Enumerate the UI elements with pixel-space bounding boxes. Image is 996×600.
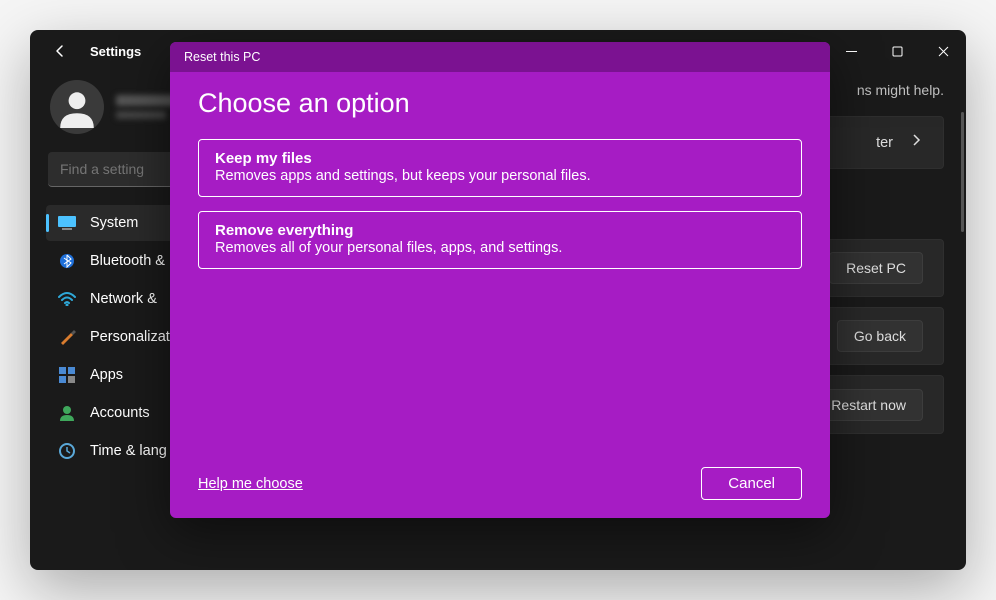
sidebar-item-label: System <box>90 215 138 231</box>
sidebar-item-label: Time & lang <box>90 443 167 459</box>
modal-title: Choose an option <box>198 88 802 119</box>
brush-icon <box>58 328 76 346</box>
option-desc: Removes all of your personal files, apps… <box>215 240 785 256</box>
help-link[interactable]: Help me choose <box>198 476 303 492</box>
cancel-button[interactable]: Cancel <box>701 467 802 500</box>
sidebar-item-label: Accounts <box>90 405 150 421</box>
sidebar-item-label: Bluetooth & <box>90 253 165 269</box>
option-remove-everything[interactable]: Remove everything Removes all of your pe… <box>198 211 802 269</box>
back-button[interactable] <box>48 39 72 63</box>
chevron-right-icon <box>909 133 923 152</box>
option-title: Keep my files <box>215 150 785 167</box>
sidebar-item-label: Network & <box>90 291 157 307</box>
go-back-button[interactable]: Go back <box>837 320 923 352</box>
sidebar-item-label: Apps <box>90 367 123 383</box>
settings-window: Settings System <box>30 30 966 570</box>
maximize-button[interactable] <box>874 30 920 72</box>
reset-pc-button[interactable]: Reset PC <box>829 252 923 284</box>
avatar-icon <box>50 80 104 134</box>
scrollbar[interactable] <box>961 112 964 232</box>
person-icon <box>58 404 76 422</box>
close-button[interactable] <box>920 30 966 72</box>
bluetooth-icon <box>58 252 76 270</box>
option-title: Remove everything <box>215 222 785 239</box>
window-title: Settings <box>90 44 141 59</box>
option-keep-files[interactable]: Keep my files Removes apps and settings,… <box>198 139 802 197</box>
window-controls <box>828 30 966 72</box>
system-icon <box>58 214 76 232</box>
minimize-button[interactable] <box>828 30 874 72</box>
sidebar-item-label: Personalizat <box>90 329 170 345</box>
apps-icon <box>58 366 76 384</box>
clock-icon <box>58 442 76 460</box>
option-desc: Removes apps and settings, but keeps you… <box>215 168 785 184</box>
profile-text <box>116 95 176 119</box>
wifi-icon <box>58 290 76 308</box>
reset-pc-modal: Reset this PC Choose an option Keep my f… <box>170 42 830 518</box>
modal-header: Reset this PC <box>170 42 830 72</box>
restart-now-button[interactable]: Restart now <box>814 389 923 421</box>
